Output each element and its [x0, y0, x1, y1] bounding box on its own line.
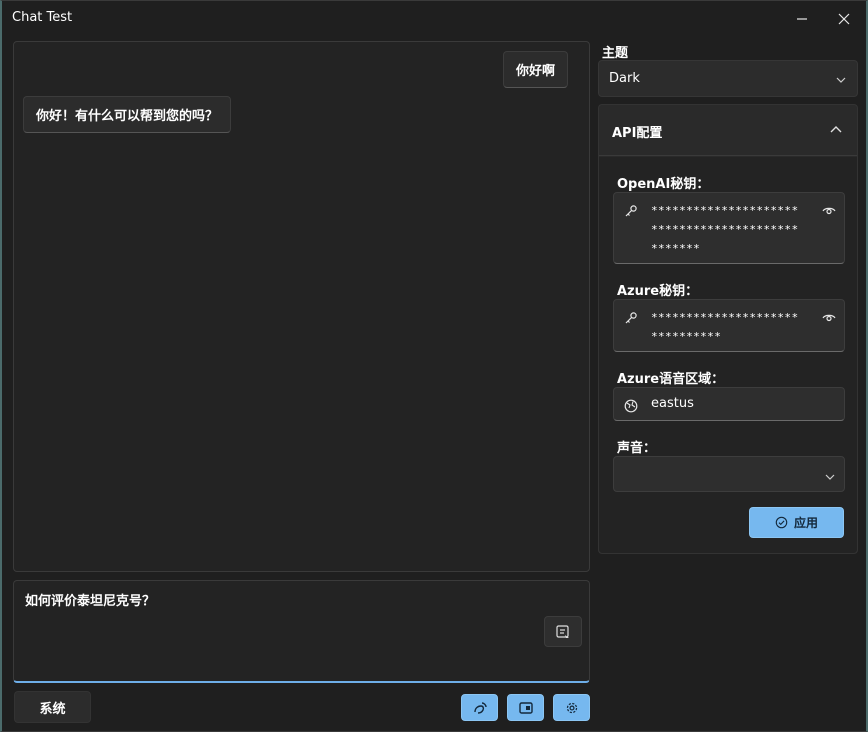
apply-button[interactable]: 应用: [749, 507, 844, 538]
chevron-down-icon: [824, 468, 836, 487]
api-config-body: OpenAI秘钥： ******************************…: [599, 157, 857, 553]
minimize-icon: [797, 18, 807, 20]
send-button[interactable]: [544, 616, 582, 647]
api-config-header[interactable]: API配置: [599, 105, 857, 156]
voice-button[interactable]: [461, 694, 498, 721]
window-title: Chat Test: [12, 10, 73, 25]
message-input-text[interactable]: 如何评价泰坦尼克号？: [25, 590, 155, 609]
theme-select[interactable]: Dark: [598, 60, 858, 97]
apply-button-label: 应用: [793, 516, 818, 530]
azure-key-label: Azure秘钥：: [617, 284, 699, 299]
gear-icon: [566, 702, 577, 713]
close-button[interactable]: [822, 5, 866, 33]
azure-region-field[interactable]: eastus: [613, 387, 845, 421]
assistant-message: 你好！有什么可以帮到您的吗？: [23, 96, 232, 133]
theme-select-value: Dark: [609, 71, 640, 86]
openai-key-value: ****************************************…: [651, 204, 799, 255]
title-bar: Chat Test: [2, 1, 866, 35]
check-circle-icon: [775, 516, 788, 529]
azure-region-value: eastus: [651, 396, 694, 411]
azure-key-value: *******************************: [651, 311, 799, 343]
app-window: Chat Test 你好啊 你好！有什么可以帮到您的吗？ 如何评价泰坦尼克号？ …: [0, 0, 868, 732]
voice-select[interactable]: [613, 456, 845, 492]
theme-label: 主题: [602, 46, 629, 61]
openai-key-field[interactable]: ****************************************…: [613, 192, 845, 264]
chevron-up-icon: [829, 121, 843, 140]
openai-key-label: OpenAI秘钥：: [617, 177, 710, 192]
api-config-title: API配置: [612, 126, 663, 141]
key-icon: [624, 310, 638, 329]
azure-key-field[interactable]: *******************************: [613, 299, 845, 352]
settings-button[interactable]: [553, 694, 590, 721]
send-note-icon: [556, 624, 569, 638]
minimize-button[interactable]: [780, 5, 824, 33]
image-icon: [518, 701, 533, 714]
image-button[interactable]: [507, 694, 544, 721]
chat-history[interactable]: 你好啊 你好！有什么可以帮到您的吗？: [13, 41, 590, 572]
azure-region-label: Azure语音区域：: [617, 372, 725, 387]
eye-icon[interactable]: [822, 310, 836, 329]
globe-icon: [624, 398, 638, 417]
close-icon: [838, 13, 850, 25]
eye-icon[interactable]: [822, 203, 836, 222]
voice-icon: [473, 701, 487, 714]
system-button[interactable]: 系统: [14, 691, 91, 723]
api-config-expander: API配置 OpenAI秘钥： ************************…: [598, 104, 858, 554]
user-message: 你好啊: [502, 51, 568, 88]
chevron-down-icon: [835, 71, 847, 90]
message-input[interactable]: 如何评价泰坦尼克号？: [13, 580, 590, 683]
key-icon: [624, 203, 638, 222]
voice-label: 声音：: [617, 441, 657, 456]
